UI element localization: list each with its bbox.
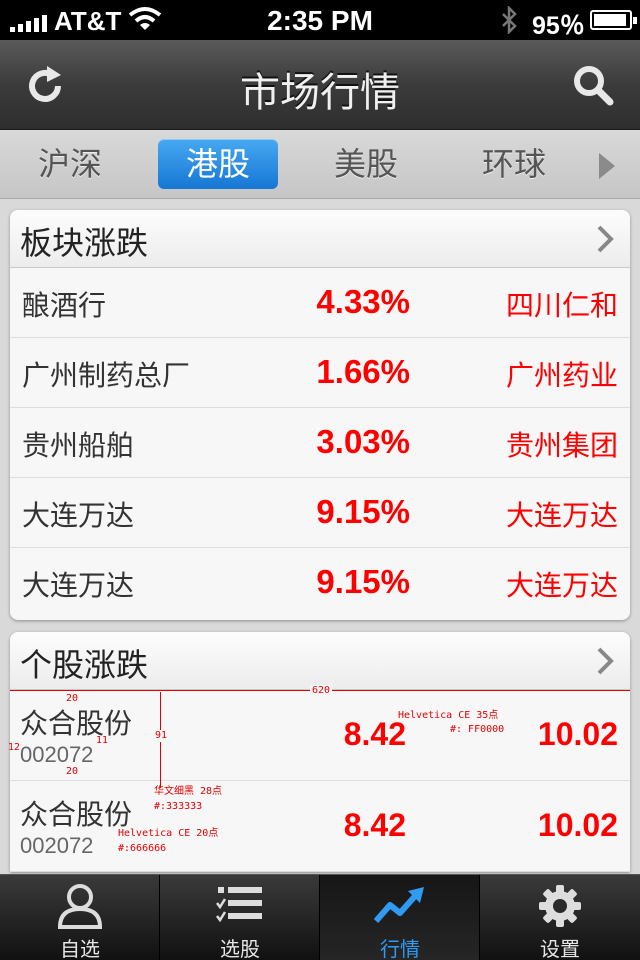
- name-color-annotation: #:333333: [154, 801, 203, 812]
- bluetooth-icon: [502, 6, 517, 34]
- sector-change: 9.15%: [316, 493, 410, 530]
- code-font-annotation: Helvetica CE 20点: [118, 828, 219, 839]
- sector-change: 4.33%: [316, 283, 410, 320]
- sector-row[interactable]: 大连万达 9.15% 大连万达: [10, 478, 630, 548]
- row-height-annotation: 91: [155, 730, 168, 742]
- search-icon[interactable]: [570, 62, 614, 106]
- tab-us-stocks[interactable]: 美股: [306, 139, 426, 189]
- scroll-right-icon[interactable]: [596, 151, 618, 181]
- price-color-annotation: #: FF0000: [450, 724, 505, 735]
- tab-watchlist-label: 自选: [60, 937, 100, 960]
- status-bar: AT&T 2:35 PM 95％: [0, 0, 640, 40]
- gap-bottom-annotation: 20: [66, 766, 79, 777]
- sector-name: 酿酒行: [22, 289, 107, 322]
- width-annotation: 620: [310, 685, 333, 697]
- tab-market[interactable]: 行情: [320, 875, 480, 960]
- tab-shanghai-shenzhen[interactable]: 沪深: [10, 139, 130, 189]
- sector-card: 板块涨跌 酿酒行 4.33% 四川仁和 广州制药总厂 1.66% 广州药业 贵州…: [10, 210, 630, 620]
- sector-row[interactable]: 酿酒行 4.33% 四川仁和: [10, 268, 630, 338]
- stock-price: 8.42: [343, 807, 406, 843]
- tab-market-label: 行情: [380, 937, 420, 960]
- sector-card-title: 板块涨跌: [20, 224, 149, 262]
- page-title: 市场行情: [240, 70, 400, 116]
- tab-screener[interactable]: 选股: [160, 875, 320, 960]
- battery-level: [594, 14, 627, 26]
- gap-top-annotation: 20: [66, 693, 79, 704]
- stock-value: 10.02: [537, 807, 618, 843]
- gap-mid-annotation: 11: [96, 735, 109, 746]
- stock-value: 10.02: [537, 716, 618, 752]
- sector-leader: 广州药业: [505, 359, 618, 392]
- tab-settings-label: 设置: [540, 937, 580, 960]
- list-icon: [216, 887, 262, 923]
- name-font-annotation: 华文细黑 28点: [154, 786, 223, 797]
- tab-hong-kong[interactable]: 港股: [158, 139, 278, 189]
- sector-row[interactable]: 广州制药总厂 1.66% 广州药业: [10, 338, 630, 408]
- stock-code: 002072: [20, 742, 94, 767]
- sector-row[interactable]: 贵州船舶 3.03% 贵州集团: [10, 408, 630, 478]
- price-font-annotation: Helvetica CE 35点: [398, 710, 499, 721]
- tab-bar: 自选 选股 行情 设置: [0, 874, 640, 960]
- stock-card-title: 个股涨跌: [20, 646, 149, 684]
- tab-settings[interactable]: 设置: [480, 875, 640, 960]
- stock-code: 002072: [20, 833, 94, 858]
- market-tabs: 沪深 港股 美股 环球: [0, 131, 640, 199]
- nav-bar: 市场行情: [0, 40, 640, 130]
- sector-change: 3.03%: [316, 423, 410, 460]
- sector-leader: 大连万达: [505, 569, 618, 602]
- sector-change: 1.66%: [316, 353, 410, 390]
- sector-row[interactable]: 大连万达 9.15% 大连万达: [10, 548, 630, 618]
- gear-icon: [539, 885, 581, 927]
- sector-name: 大连万达: [22, 499, 135, 532]
- sector-change: 9.15%: [316, 563, 410, 600]
- stock-row[interactable]: 众合股份 002072 8.42 10.02: [10, 781, 630, 872]
- battery-percent: 95％: [532, 12, 585, 40]
- chevron-right-icon[interactable]: [596, 646, 614, 676]
- sector-name: 广州制药总厂: [22, 359, 191, 392]
- stock-price: 8.42: [343, 716, 406, 752]
- tab-global[interactable]: 环球: [454, 139, 574, 189]
- sector-leader: 四川仁和: [505, 289, 618, 322]
- person-icon: [57, 884, 103, 929]
- stock-name: 众合股份: [20, 707, 133, 740]
- battery-icon: [590, 10, 637, 30]
- stock-card: 个股涨跌 众合股份 002072 8.42 10.02 众合股份 002072 …: [10, 632, 630, 872]
- code-color-annotation: #:666666: [118, 843, 167, 854]
- stock-name: 众合股份: [20, 798, 133, 831]
- sector-card-header[interactable]: 板块涨跌: [10, 210, 630, 268]
- tab-watchlist[interactable]: 自选: [0, 875, 160, 960]
- stock-card-header[interactable]: 个股涨跌: [10, 632, 630, 690]
- sector-name: 大连万达: [22, 569, 135, 602]
- gap-left-annotation: 12: [8, 742, 21, 753]
- tab-screener-label: 选股: [220, 937, 260, 960]
- sector-leader: 贵州集团: [505, 429, 618, 462]
- sector-name: 贵州船舶: [22, 429, 135, 462]
- trend-icon: [374, 887, 424, 923]
- sector-leader: 大连万达: [505, 499, 618, 532]
- chevron-right-icon[interactable]: [596, 224, 614, 254]
